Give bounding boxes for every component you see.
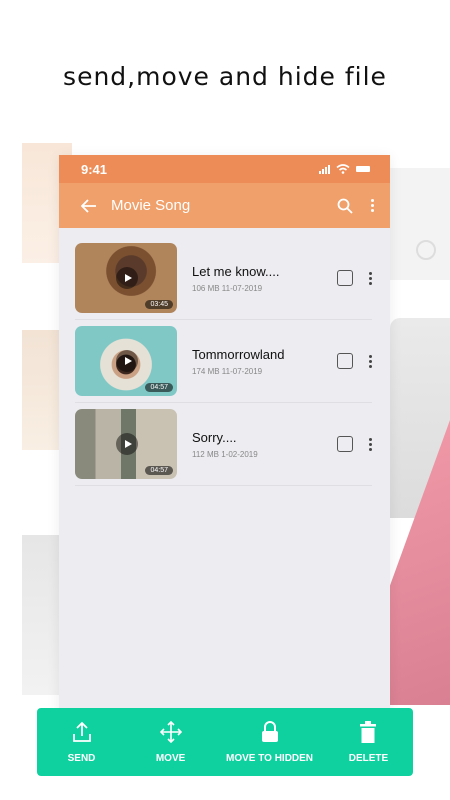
video-duration: 04:57 — [145, 383, 173, 392]
back-arrow-icon[interactable] — [81, 198, 97, 213]
move-to-hidden-button[interactable]: MOVE TO HIDDEN — [215, 720, 324, 764]
action-bar: SEND MOVE MOVE TO HIDDEN DELETE — [37, 708, 413, 776]
move-label: MOVE — [155, 752, 186, 764]
select-checkbox[interactable] — [337, 436, 353, 452]
background-card — [22, 330, 62, 450]
lock-icon — [261, 720, 278, 742]
file-list: 03:45 Let me know.... 106 MB 11-07-2019 … — [59, 228, 390, 486]
list-item[interactable]: 04:57 Sorry.... 112 MB 1-02-2019 — [75, 403, 372, 486]
phone-screen: 9:41 Movie Song 03:45 Let me know.... 10… — [59, 155, 390, 715]
item-menu-icon[interactable] — [369, 271, 372, 285]
move-to-hidden-label: MOVE TO HIDDEN — [225, 752, 314, 764]
battery-icon — [356, 166, 370, 172]
page-title: Movie Song — [111, 197, 191, 214]
file-meta: 106 MB 11-07-2019 — [192, 283, 263, 293]
app-bar: Movie Song — [59, 183, 390, 228]
video-thumbnail[interactable]: 03:45 — [75, 243, 177, 313]
file-info: Sorry.... 112 MB 1-02-2019 — [192, 430, 337, 459]
trash-icon — [360, 720, 377, 743]
overflow-menu-icon[interactable] — [371, 199, 374, 212]
signal-icon — [319, 164, 330, 174]
file-meta: 174 MB 11-07-2019 — [192, 366, 263, 376]
search-icon — [416, 240, 436, 260]
move-button[interactable]: MOVE — [126, 720, 215, 764]
video-thumbnail[interactable]: 04:57 — [75, 326, 177, 396]
play-icon[interactable] — [116, 267, 138, 289]
item-menu-icon[interactable] — [369, 354, 372, 368]
list-item[interactable]: 03:45 Let me know.... 106 MB 11-07-2019 — [75, 237, 372, 320]
delete-label: DELETE — [348, 752, 389, 764]
status-icons — [319, 164, 370, 174]
select-checkbox[interactable] — [337, 353, 353, 369]
file-meta: 112 MB 1-02-2019 — [192, 449, 258, 459]
item-menu-icon[interactable] — [369, 437, 372, 451]
list-item[interactable]: 04:57 Tommorrowland 174 MB 11-07-2019 — [75, 320, 372, 403]
send-label: SEND — [67, 752, 96, 764]
upload-icon — [72, 721, 91, 742]
search-icon[interactable] — [337, 198, 353, 214]
move-icon — [159, 720, 182, 743]
play-icon[interactable] — [116, 433, 138, 455]
video-thumbnail[interactable]: 04:57 — [75, 409, 177, 479]
send-button[interactable]: SEND — [37, 721, 126, 764]
status-bar: 9:41 — [59, 155, 390, 183]
status-time: 9:41 — [81, 161, 108, 177]
wifi-icon — [336, 164, 350, 174]
file-info: Tommorrowland 174 MB 11-07-2019 — [192, 347, 337, 376]
video-duration: 03:45 — [145, 300, 173, 309]
background-card — [388, 168, 450, 280]
file-info: Let me know.... 106 MB 11-07-2019 — [192, 264, 337, 293]
delete-button[interactable]: DELETE — [324, 720, 413, 764]
file-name: Sorry.... — [192, 429, 237, 445]
select-checkbox[interactable] — [337, 270, 353, 286]
play-icon[interactable] — [116, 350, 138, 372]
file-name: Tommorrowland — [192, 346, 285, 362]
background-card — [22, 535, 62, 695]
file-name: Let me know.... — [192, 263, 280, 279]
headline: send,move and hide file — [63, 62, 387, 91]
video-duration: 04:57 — [145, 466, 173, 475]
